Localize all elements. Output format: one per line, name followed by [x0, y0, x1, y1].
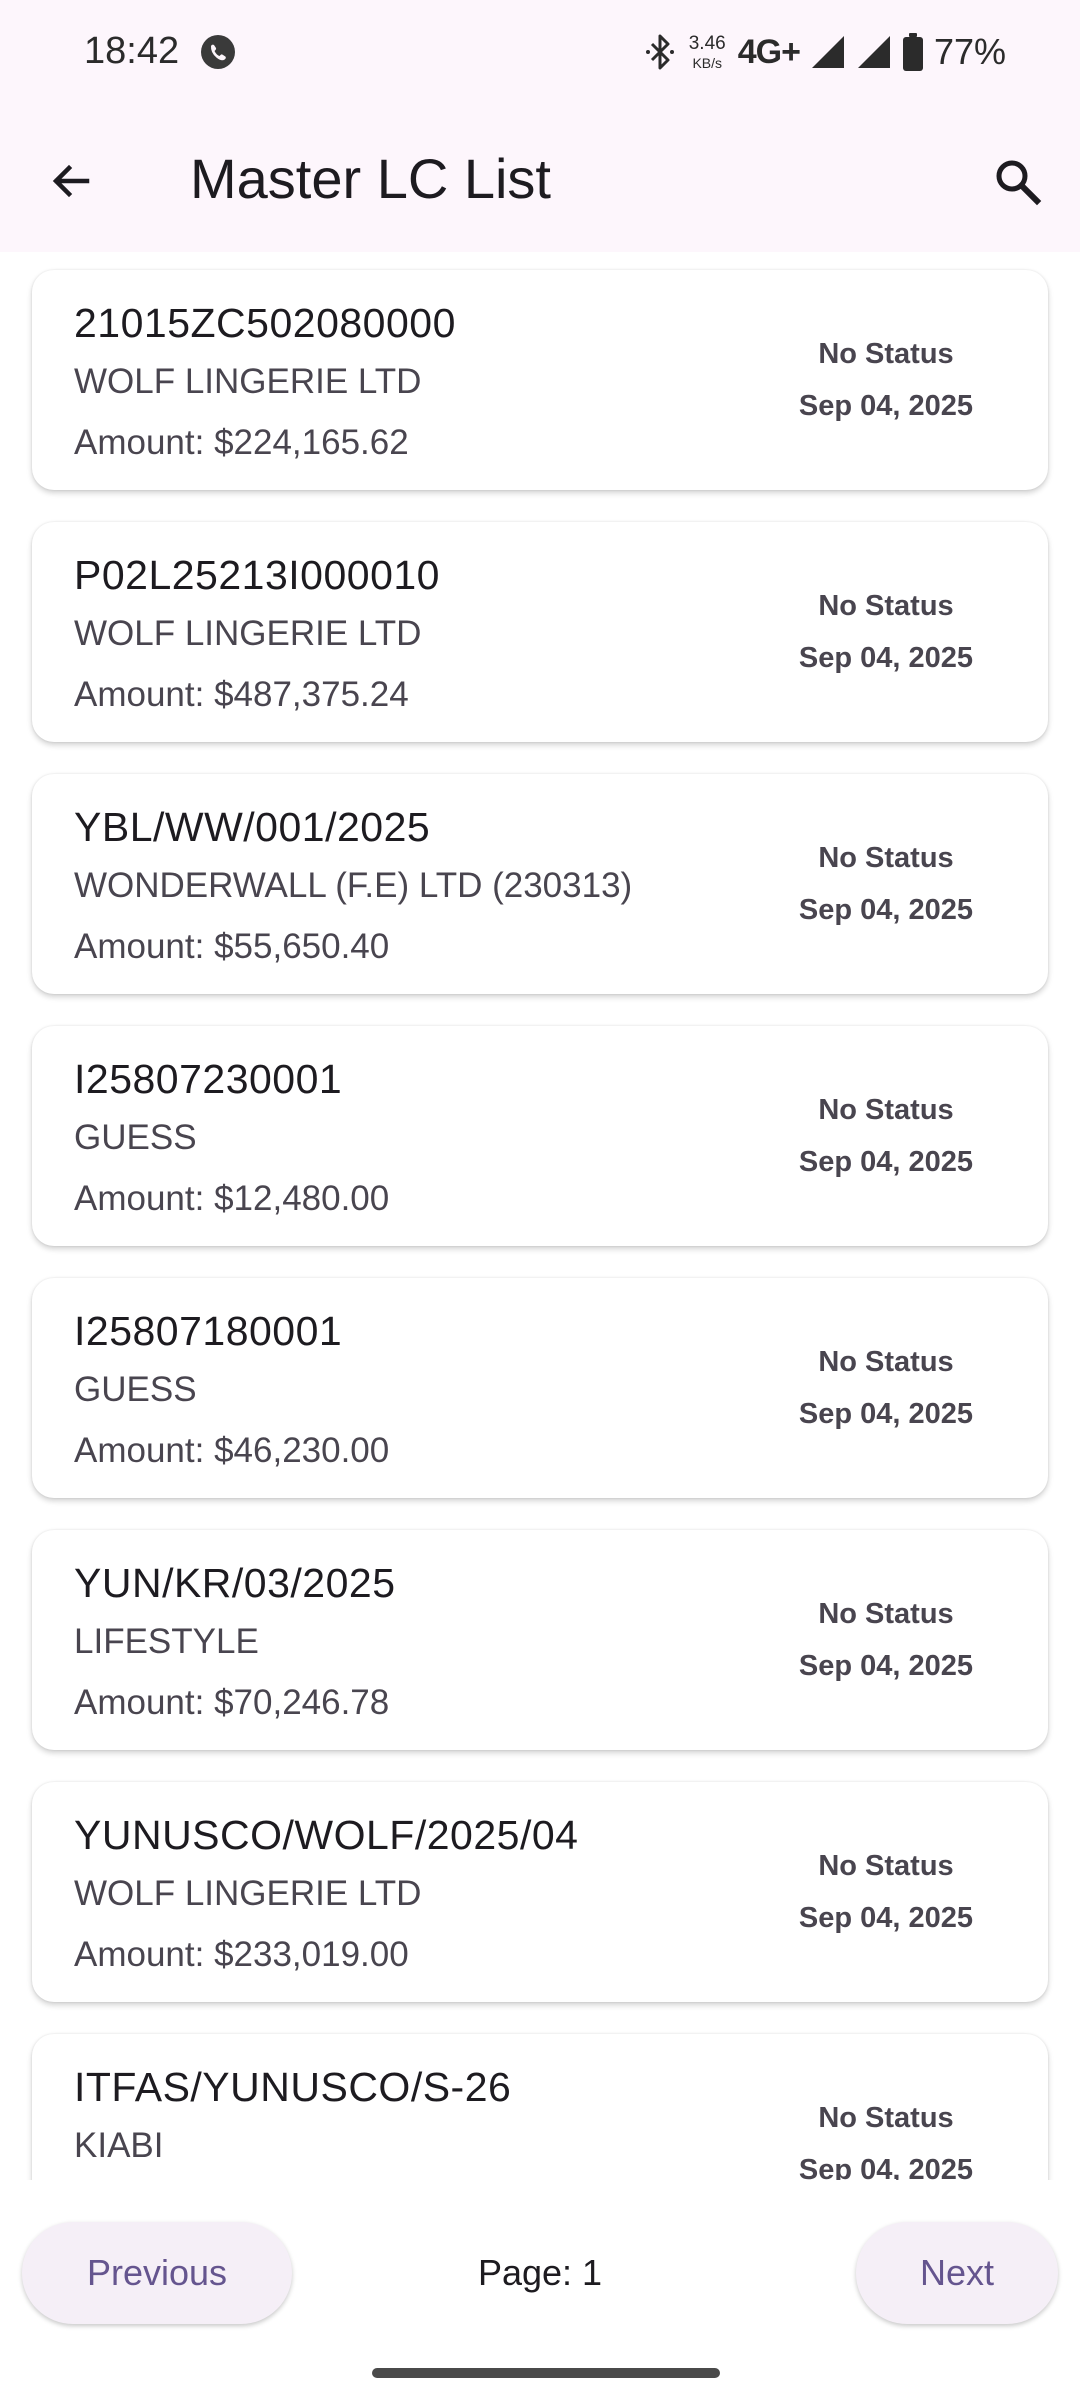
- lc-number: YUNUSCO/WOLF/2025/04: [74, 1812, 579, 1858]
- lc-status: No Status: [818, 1598, 954, 1630]
- network-speed-unit: KB/s: [692, 55, 723, 71]
- screen: 18:42 3.46 KB/s 4G+ 77% Master LC List 2…: [0, 0, 1080, 2400]
- lc-card[interactable]: I25807230001 GUESS Amount: $12,480.00 No…: [32, 1026, 1048, 1246]
- network-speed: 3.46 KB/s: [689, 34, 726, 70]
- lc-list-viewport[interactable]: 21015ZC502080000 WOLF LINGERIE LTD Amoun…: [0, 252, 1080, 2180]
- lc-number: I25807180001: [74, 1308, 343, 1354]
- lc-amount: Amount: $46,230.00: [74, 1431, 390, 1470]
- lc-status: No Status: [818, 338, 954, 370]
- lc-card[interactable]: ITFAS/YUNUSCO/S-26 KIABI No Status Sep 0…: [32, 2034, 1048, 2180]
- lc-number: 21015ZC502080000: [74, 300, 456, 346]
- lc-card[interactable]: 21015ZC502080000 WOLF LINGERIE LTD Amoun…: [32, 270, 1048, 490]
- status-bar: 18:42 3.46 KB/s 4G+ 77%: [0, 0, 1080, 106]
- lc-number: P02L25213I000010: [74, 552, 440, 598]
- lc-date: Sep 04, 2025: [798, 2154, 974, 2180]
- home-indicator[interactable]: [372, 2368, 720, 2378]
- call-icon: [201, 35, 235, 69]
- lc-card[interactable]: YBL/WW/001/2025 WONDERWALL (F.E) LTD (23…: [32, 774, 1048, 994]
- lc-number: ITFAS/YUNUSCO/S-26: [74, 2064, 512, 2110]
- status-icons: 3.46 KB/s 4G+ 77%: [643, 28, 1006, 76]
- lc-card[interactable]: I25807180001 GUESS Amount: $46,230.00 No…: [32, 1278, 1048, 1498]
- search-button[interactable]: [978, 142, 1056, 220]
- next-button[interactable]: Next: [856, 2222, 1058, 2324]
- lc-date: Sep 04, 2025: [798, 642, 974, 674]
- lc-buyer: WOLF LINGERIE LTD: [74, 614, 422, 653]
- signal-icon-2: [857, 36, 890, 68]
- bluetooth-icon: [645, 34, 674, 70]
- lc-buyer: KIABI: [74, 2126, 164, 2165]
- back-button[interactable]: [34, 144, 108, 218]
- battery-icon: [902, 33, 923, 71]
- search-icon: [996, 160, 1042, 206]
- app-bar: Master LC List: [0, 106, 1080, 252]
- lc-date: Sep 04, 2025: [798, 1650, 974, 1682]
- battery-percentage: 77%: [933, 31, 1006, 72]
- lc-buyer: LIFESTYLE: [74, 1622, 259, 1661]
- lc-amount: Amount: $12,480.00: [74, 1179, 390, 1218]
- lc-card[interactable]: P02L25213I000010 WOLF LINGERIE LTD Amoun…: [32, 522, 1048, 742]
- arrow-back-icon: [52, 164, 90, 198]
- lc-date: Sep 04, 2025: [798, 1146, 974, 1178]
- lc-amount: Amount: $55,650.40: [74, 927, 390, 966]
- lc-buyer: WONDERWALL (F.E) LTD (230313): [74, 866, 633, 905]
- lc-amount: Amount: $224,165.62: [74, 423, 409, 462]
- lc-status: No Status: [818, 842, 954, 874]
- lc-date: Sep 04, 2025: [798, 390, 974, 422]
- lc-buyer: GUESS: [74, 1370, 197, 1409]
- lc-number: I25807230001: [74, 1056, 343, 1102]
- page-title: Master LC List: [190, 147, 551, 210]
- lc-status: No Status: [818, 2102, 954, 2134]
- lc-number: YBL/WW/001/2025: [74, 804, 431, 850]
- signal-icon: [811, 36, 844, 68]
- lc-card[interactable]: YUN/KR/03/2025 LIFESTYLE Amount: $70,246…: [32, 1530, 1048, 1750]
- lc-date: Sep 04, 2025: [798, 894, 974, 926]
- lc-status: No Status: [818, 1094, 954, 1126]
- lc-card[interactable]: YUNUSCO/WOLF/2025/04 WOLF LINGERIE LTD A…: [32, 1782, 1048, 2002]
- lc-buyer: WOLF LINGERIE LTD: [74, 362, 422, 401]
- lc-number: YUN/KR/03/2025: [74, 1560, 396, 1606]
- network-type: 4G+: [737, 32, 801, 71]
- lc-status: No Status: [818, 1346, 954, 1378]
- lc-buyer: GUESS: [74, 1118, 197, 1157]
- lc-amount: Amount: $70,246.78: [74, 1683, 390, 1722]
- lc-amount: Amount: $233,019.00: [74, 1935, 409, 1974]
- pagination-bar: Previous Page: 1 Next: [0, 2180, 1080, 2400]
- lc-status: No Status: [818, 1850, 954, 1882]
- lc-amount: Amount: $487,375.24: [74, 675, 409, 714]
- network-speed-value: 3.46: [688, 33, 726, 54]
- lc-buyer: WOLF LINGERIE LTD: [74, 1874, 422, 1913]
- lc-list: 21015ZC502080000 WOLF LINGERIE LTD Amoun…: [0, 270, 1080, 2180]
- lc-date: Sep 04, 2025: [798, 1398, 974, 1430]
- lc-date: Sep 04, 2025: [798, 1902, 974, 1934]
- status-time: 18:42: [84, 30, 180, 72]
- lc-status: No Status: [818, 590, 954, 622]
